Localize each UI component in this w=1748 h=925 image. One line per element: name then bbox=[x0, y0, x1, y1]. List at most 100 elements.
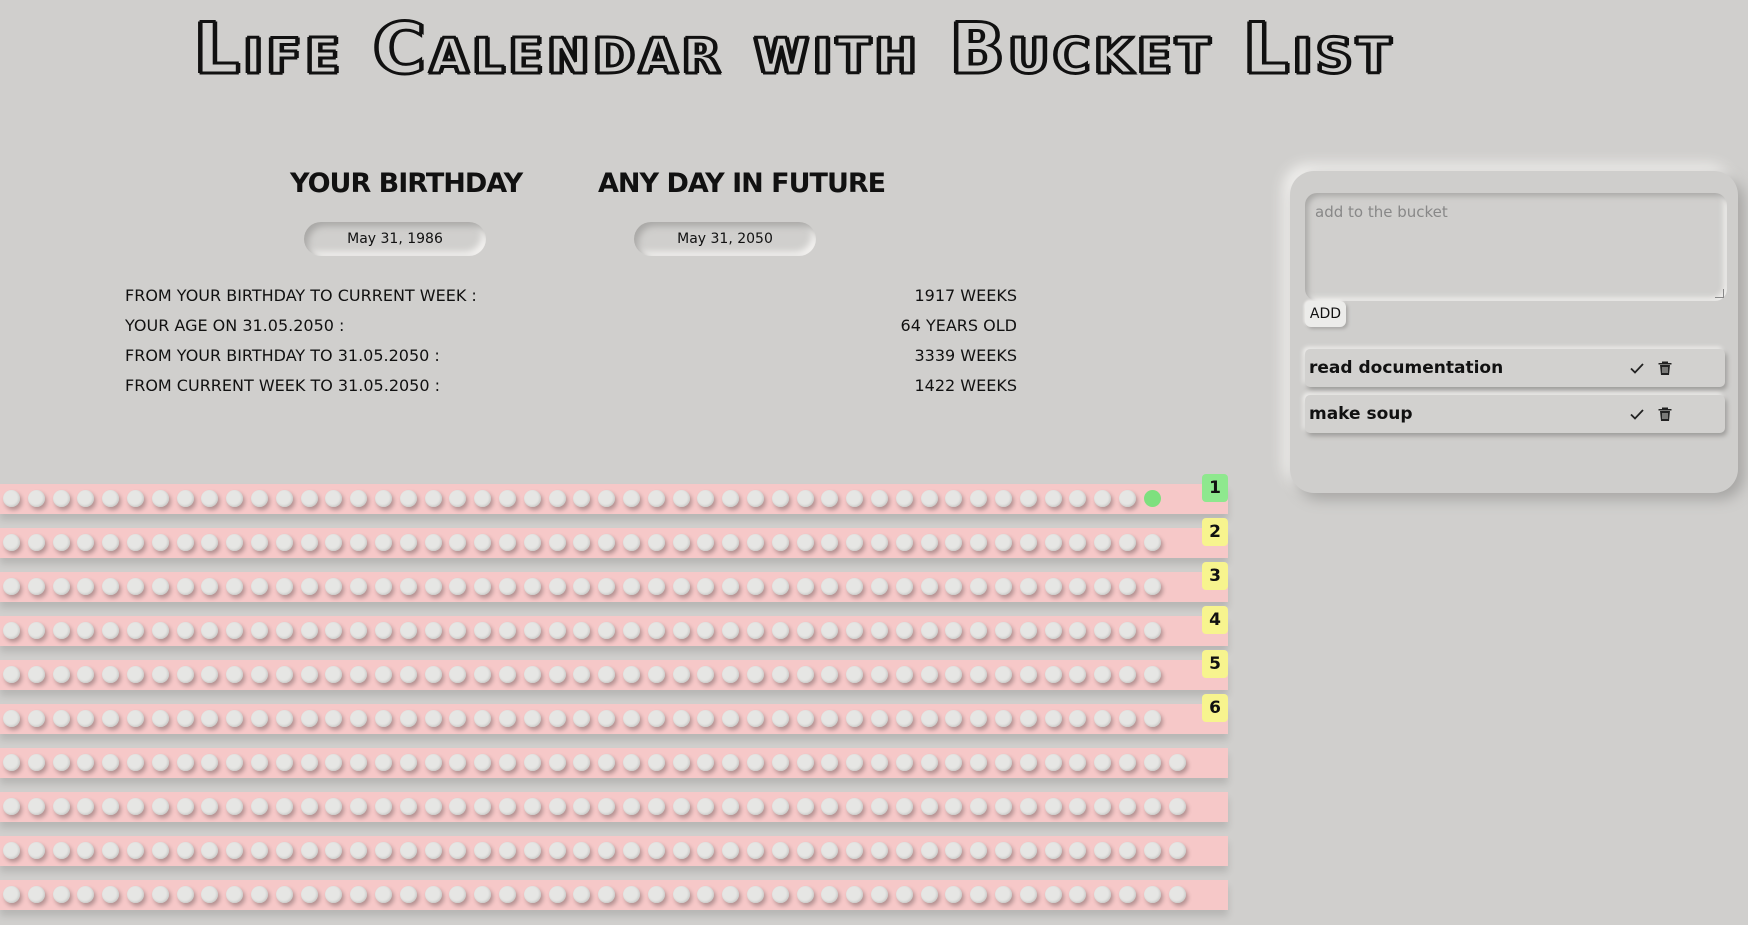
week-dot bbox=[1019, 534, 1037, 551]
week-dot bbox=[251, 842, 268, 859]
week-dot bbox=[647, 710, 665, 727]
week-dot bbox=[771, 490, 789, 507]
week-dot bbox=[1019, 842, 1037, 859]
trash-icon[interactable] bbox=[1657, 360, 1673, 376]
week-dot bbox=[350, 798, 368, 815]
bucket-input[interactable]: add to the bucket bbox=[1305, 193, 1727, 301]
bucket-input-placeholder: add to the bucket bbox=[1315, 203, 1448, 221]
birthday-date-input[interactable]: May 31, 1986 bbox=[304, 222, 486, 256]
week-dot bbox=[52, 754, 70, 771]
week-dot bbox=[151, 622, 169, 639]
bucket-item-label: make soup bbox=[1309, 404, 1413, 424]
week-dot bbox=[623, 666, 640, 683]
week-dot bbox=[325, 622, 343, 639]
week-dot bbox=[226, 710, 244, 727]
week-dot bbox=[846, 842, 864, 859]
week-dot bbox=[548, 798, 566, 815]
week-dot bbox=[747, 886, 764, 903]
calendar-row bbox=[0, 880, 1228, 910]
week-dot bbox=[399, 710, 417, 727]
week-dot bbox=[424, 578, 442, 595]
week-dot bbox=[77, 490, 95, 507]
week-dot bbox=[697, 710, 715, 727]
week-dot bbox=[548, 886, 566, 903]
week-dot bbox=[871, 578, 888, 595]
week-dot bbox=[747, 534, 764, 551]
resize-handle-icon[interactable] bbox=[1715, 289, 1724, 298]
week-dot bbox=[995, 754, 1012, 771]
week-dot bbox=[77, 710, 95, 727]
week-dot bbox=[647, 622, 665, 639]
week-dot bbox=[697, 490, 715, 507]
week-dot bbox=[52, 842, 70, 859]
future-date-input[interactable]: May 31, 2050 bbox=[634, 222, 816, 256]
week-dot bbox=[499, 622, 516, 639]
week-dot bbox=[1094, 710, 1112, 727]
week-dot bbox=[151, 534, 169, 551]
week-dot bbox=[623, 842, 640, 859]
week-dot bbox=[573, 666, 591, 683]
week-dot bbox=[647, 798, 665, 815]
week-dot bbox=[1119, 578, 1136, 595]
calendar-row bbox=[0, 792, 1228, 822]
week-dot bbox=[995, 666, 1012, 683]
week-dot bbox=[895, 666, 913, 683]
week-dot bbox=[27, 578, 45, 595]
week-dot bbox=[796, 798, 814, 815]
week-dot bbox=[945, 622, 963, 639]
week-dot bbox=[771, 622, 789, 639]
week-dot bbox=[945, 886, 963, 903]
week-dot bbox=[796, 534, 814, 551]
week-dot bbox=[747, 842, 764, 859]
week-dot bbox=[424, 490, 442, 507]
week-dot bbox=[672, 798, 690, 815]
week-dot bbox=[350, 842, 368, 859]
week-dot bbox=[127, 534, 144, 551]
week-dot bbox=[573, 534, 591, 551]
week-dot bbox=[1069, 798, 1087, 815]
week-dot bbox=[449, 490, 467, 507]
week-dot bbox=[176, 754, 194, 771]
week-dot bbox=[871, 842, 888, 859]
week-dot bbox=[300, 842, 318, 859]
week-dot bbox=[970, 710, 988, 727]
week-dot bbox=[226, 666, 244, 683]
week-dot bbox=[300, 710, 318, 727]
week-dot bbox=[499, 710, 516, 727]
bucket-item-label: read documentation bbox=[1309, 358, 1504, 378]
week-dot bbox=[846, 886, 864, 903]
week-dot bbox=[251, 798, 268, 815]
week-dot bbox=[647, 578, 665, 595]
week-dot bbox=[127, 578, 144, 595]
week-dot bbox=[995, 886, 1012, 903]
week-dot bbox=[821, 842, 839, 859]
week-dot bbox=[27, 754, 45, 771]
week-dot bbox=[895, 622, 913, 639]
week-dot bbox=[722, 798, 740, 815]
week-dot bbox=[573, 490, 591, 507]
week-dot bbox=[300, 886, 318, 903]
week-dot bbox=[127, 754, 144, 771]
week-dot bbox=[275, 798, 293, 815]
week-dot bbox=[275, 490, 293, 507]
bucket-list-panel: add to the bucket ADD read documentation… bbox=[1290, 171, 1738, 493]
week-dot bbox=[647, 886, 665, 903]
week-dot bbox=[672, 754, 690, 771]
week-dot bbox=[722, 578, 740, 595]
week-dot bbox=[548, 534, 566, 551]
year-badge: 3 bbox=[1202, 562, 1228, 590]
week-dot bbox=[399, 578, 417, 595]
check-icon[interactable] bbox=[1629, 360, 1645, 376]
stat-label: FROM YOUR BIRTHDAY TO 31.05.2050 : bbox=[125, 346, 440, 365]
week-dot bbox=[846, 622, 864, 639]
week-dot bbox=[623, 886, 640, 903]
week-dot bbox=[598, 886, 616, 903]
week-dot bbox=[523, 842, 541, 859]
stat-label: FROM YOUR BIRTHDAY TO CURRENT WEEK : bbox=[125, 286, 477, 305]
trash-icon[interactable] bbox=[1657, 406, 1673, 422]
check-icon[interactable] bbox=[1629, 406, 1645, 422]
week-dot bbox=[325, 710, 343, 727]
week-dot bbox=[1044, 490, 1062, 507]
add-button[interactable]: ADD bbox=[1305, 301, 1346, 327]
week-dot bbox=[945, 842, 963, 859]
